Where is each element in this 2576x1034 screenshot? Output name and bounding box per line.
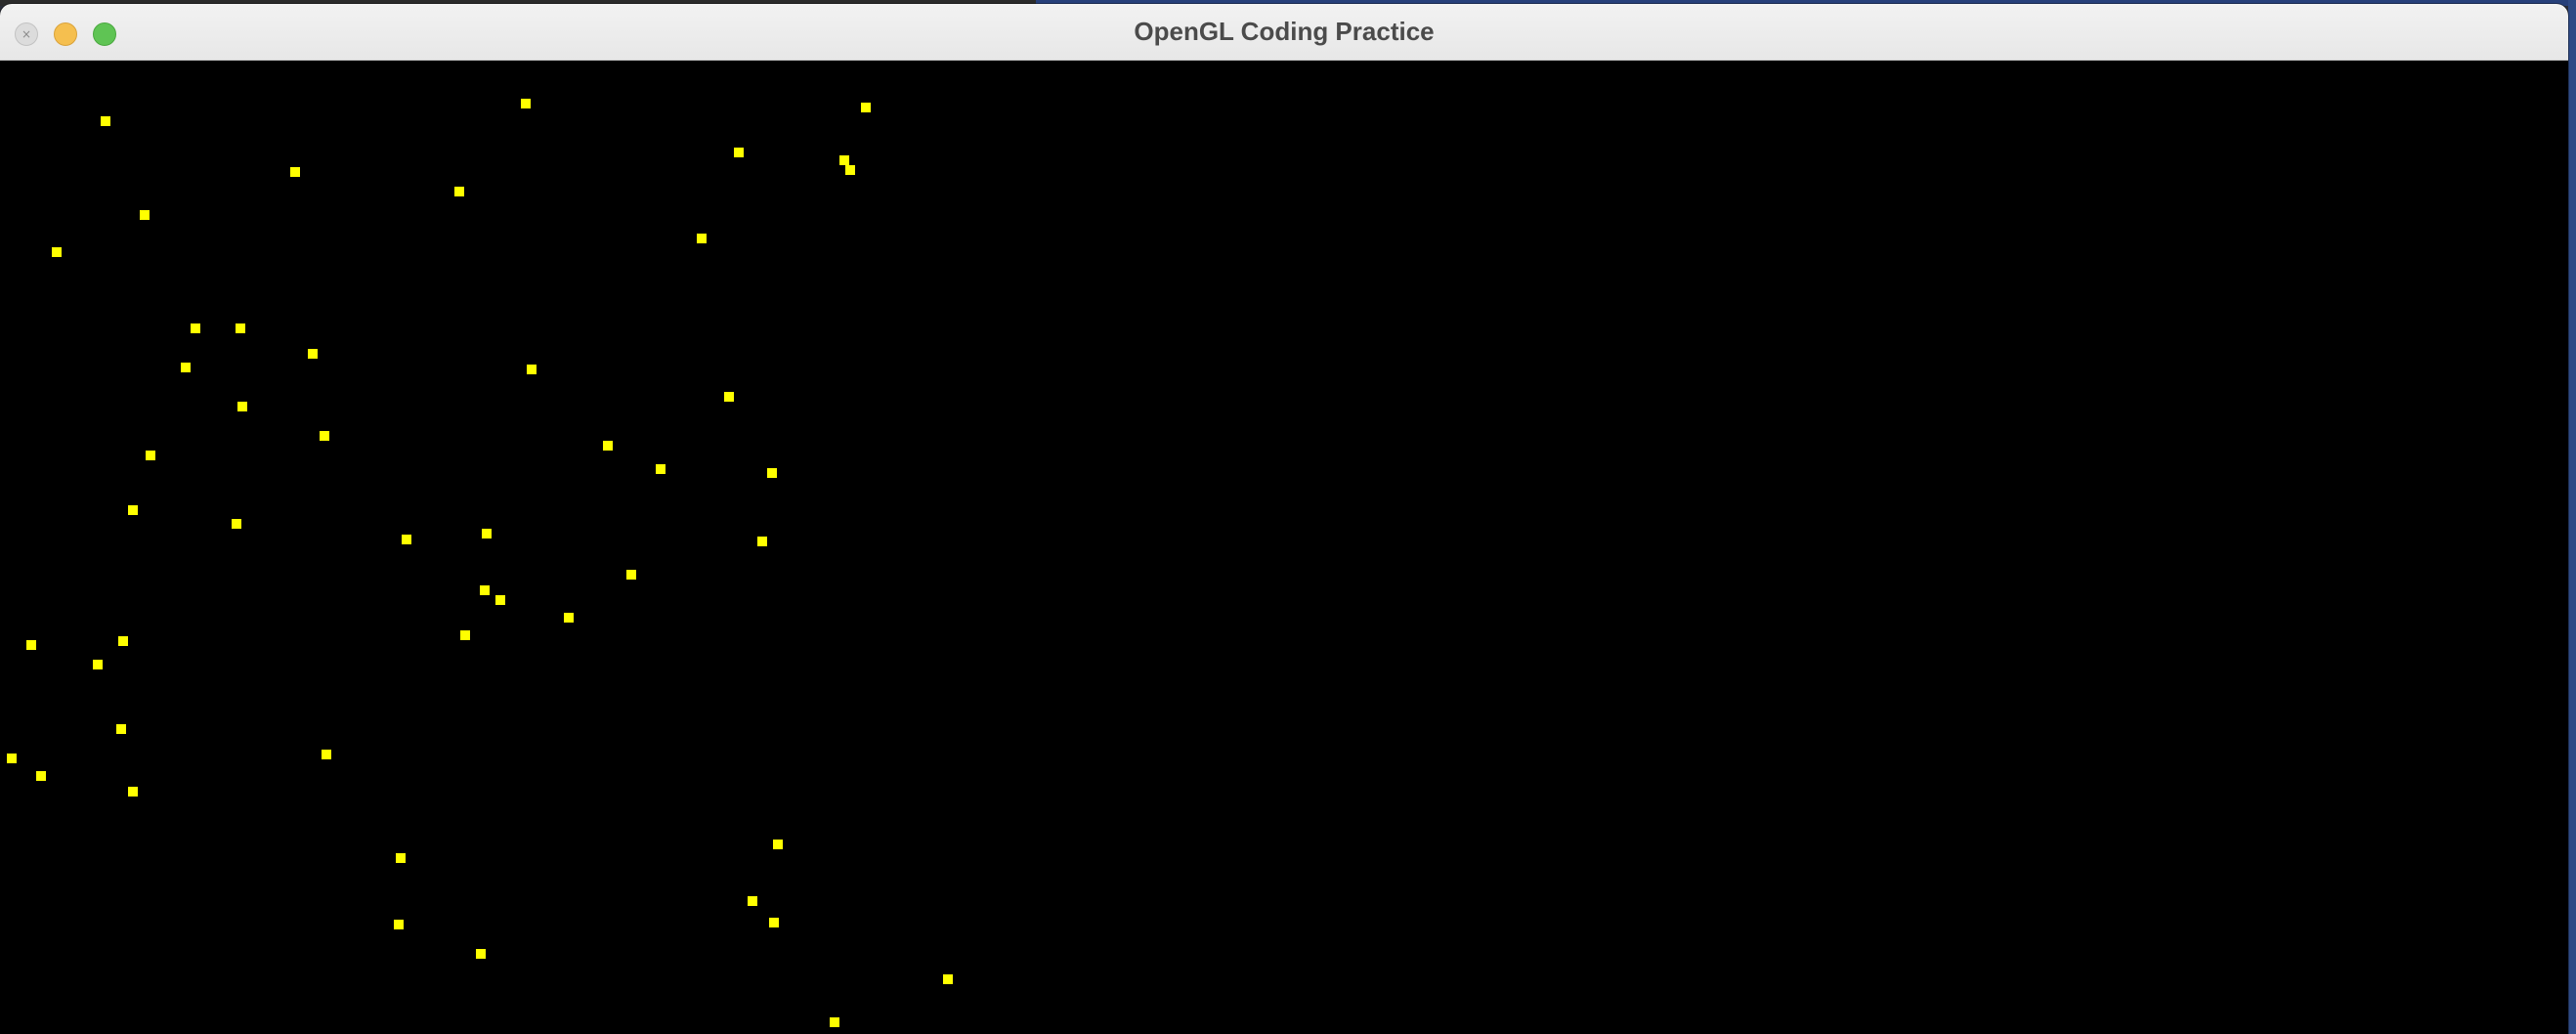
point-sprite <box>839 155 849 165</box>
point-sprite <box>482 529 492 539</box>
point-sprite <box>734 148 744 157</box>
point-sprite <box>236 323 245 333</box>
point-sprite <box>322 750 331 759</box>
window-title: OpenGL Coding Practice <box>1134 17 1435 46</box>
point-sprite <box>237 402 247 411</box>
point-sprite <box>697 234 707 243</box>
point-sprite <box>603 441 613 451</box>
point-sprite <box>116 724 126 734</box>
point-sprite <box>830 1017 839 1027</box>
point-sprite <box>943 974 953 984</box>
background-window-edge <box>2568 0 2576 1034</box>
point-sprite <box>656 464 665 474</box>
opengl-canvas[interactable] <box>0 61 2568 1034</box>
point-sprite <box>232 519 241 529</box>
point-sprite <box>476 949 486 959</box>
point-sprite <box>767 468 777 478</box>
point-sprite <box>191 323 200 333</box>
point-sprite <box>52 247 62 257</box>
point-sprite <box>290 167 300 177</box>
point-sprite <box>724 392 734 402</box>
point-sprite <box>7 754 17 763</box>
point-sprite <box>26 640 36 650</box>
point-sprite <box>527 365 537 374</box>
point-sprite <box>521 99 531 108</box>
point-sprite <box>181 363 191 372</box>
point-sprite <box>454 187 464 196</box>
point-sprite <box>626 570 636 580</box>
point-sprite <box>36 771 46 781</box>
point-sprite <box>402 535 411 544</box>
point-sprite <box>320 431 329 441</box>
point-sprite <box>93 660 103 669</box>
point-sprite <box>128 505 138 515</box>
point-sprite <box>564 613 574 623</box>
point-sprite <box>480 585 490 595</box>
point-sprite <box>128 787 138 797</box>
point-sprite <box>861 103 871 112</box>
point-sprite <box>845 165 855 175</box>
point-sprite <box>394 920 404 929</box>
point-sprite <box>140 210 150 220</box>
app-window: × OpenGL Coding Practice <box>0 4 2568 1034</box>
point-sprite <box>118 636 128 646</box>
point-sprite <box>146 451 155 460</box>
point-sprite <box>748 896 757 906</box>
point-sprite <box>101 116 110 126</box>
point-sprite <box>460 630 470 640</box>
point-sprite <box>773 840 783 849</box>
point-sprite <box>308 349 318 359</box>
point-sprite <box>769 918 779 927</box>
point-sprite <box>495 595 505 605</box>
window-titlebar[interactable]: × OpenGL Coding Practice <box>0 4 2568 61</box>
point-sprite <box>757 537 767 546</box>
point-sprite <box>396 853 406 863</box>
